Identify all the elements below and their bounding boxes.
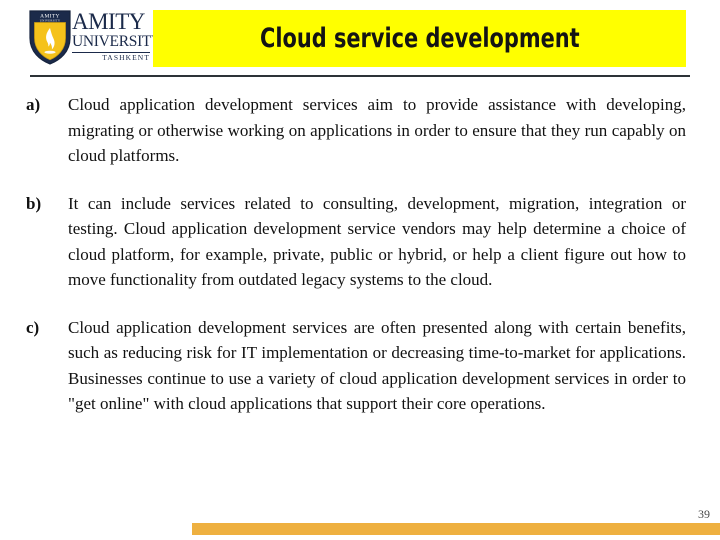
list-item-marker: a) (26, 95, 41, 114)
list-item-text: Cloud application development services a… (68, 95, 686, 165)
list-item-marker: b) (26, 193, 42, 213)
title-banner: Cloud service development (153, 10, 686, 67)
page-number: 39 (698, 507, 710, 521)
logo-line-university: UNIVERSITY (72, 33, 162, 50)
svg-text:UNIVERSITY: UNIVERSITY (40, 18, 61, 22)
slide-header: AMITY UNIVERSITY AMITY UNIVERSITY TASHKE… (0, 0, 720, 78)
logo-line-amity: AMITY (72, 9, 145, 34)
list-item-text: Cloud application development services a… (68, 317, 686, 414)
slide-body: a) Cloud application development service… (0, 92, 720, 417)
amity-logo-wordmark: AMITY UNIVERSITY TASHKENT (72, 9, 162, 66)
list-item: b) It can include services related to co… (0, 191, 720, 293)
logo-line-tashkent: TASHKENT (102, 52, 150, 62)
amity-shield-icon: AMITY UNIVERSITY (29, 10, 71, 65)
list-item-marker: c) (26, 317, 40, 337)
list-item: c) Cloud application development service… (0, 315, 720, 417)
footer-accent-bar (192, 523, 720, 535)
list-item: a) Cloud application development service… (0, 92, 720, 169)
amity-university-logo: AMITY UNIVERSITY AMITY UNIVERSITY TASHKE… (24, 6, 162, 68)
list-item-text: It can include services related to consu… (68, 193, 686, 290)
header-divider (30, 75, 690, 77)
slide: AMITY UNIVERSITY AMITY UNIVERSITY TASHKE… (0, 0, 720, 540)
page-title: Cloud service development (259, 23, 580, 54)
